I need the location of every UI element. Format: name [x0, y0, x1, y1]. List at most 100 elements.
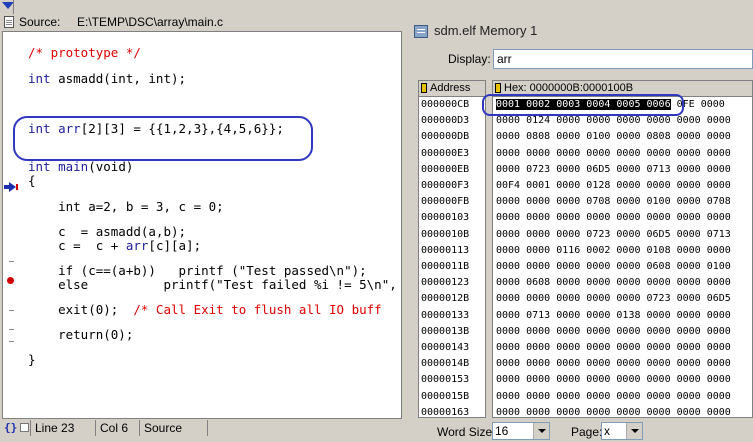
code-comment: /* prototype */	[28, 45, 141, 60]
hex-column[interactable]: Hex: 0000000B:0000100B 0001 0002 0003 00…	[492, 80, 753, 418]
address-cell[interactable]: 00000143	[421, 342, 469, 354]
memory-window-icon	[414, 25, 428, 38]
address-cell[interactable]: 0000013B	[421, 326, 469, 338]
code-line[interactable]: int asmadd(int, int);	[28, 72, 186, 86]
editor-gutter[interactable]	[3, 32, 23, 418]
status-mode[interactable]: Source	[139, 420, 204, 436]
code-text: int a=2, b = 3, c = 0;	[28, 199, 224, 214]
hex-row[interactable]: 0000 0713 0000 0000 0138 0000 0000 0000	[496, 310, 731, 322]
breakpoint-icon[interactable]	[7, 277, 14, 284]
address-cell[interactable]: 00000163	[421, 407, 469, 417]
hex-row[interactable]: 0000 0000 0000 0000 0000 0000 0000 0000	[496, 358, 731, 370]
source-window: Source: E:\TEMP\DSC\array\main.c /* prot…	[0, 14, 405, 442]
code-editor[interactable]: /* prototype */int asmadd(int, int); int …	[2, 31, 402, 419]
hex-row[interactable]: 0000 0000 0000 0000 0000 0723 0000 06D5	[496, 293, 731, 305]
source-status-bar: {} Line 23 Col 6 Source	[2, 420, 402, 436]
code-line[interactable]: else printf("Test failed %i != 5\n",	[28, 278, 397, 292]
address-cell[interactable]: 000000F3	[421, 180, 469, 192]
page-value: x	[604, 424, 610, 438]
code-line[interactable]: {	[28, 174, 36, 188]
page-select[interactable]: x	[601, 422, 643, 440]
display-input[interactable]	[493, 49, 753, 69]
code-line[interactable]: c = c + arr[c][a];	[28, 239, 201, 253]
code-text: else printf("Test failed %i != 5\n",	[28, 277, 397, 292]
gutter-line-marker	[9, 329, 14, 330]
address-cell[interactable]: 00000133	[421, 310, 469, 322]
gutter-line-marker	[9, 261, 14, 262]
status-column: Col 6	[95, 420, 140, 436]
code-keyword: int	[28, 71, 51, 86]
address-cell[interactable]: 0000012B	[421, 293, 469, 305]
code-line[interactable]: /* prototype */	[28, 46, 141, 60]
address-cell[interactable]: 000000DB	[421, 131, 469, 143]
address-cell[interactable]: 0000014B	[421, 358, 469, 370]
hex-row[interactable]: 0000 0000 0000 0000 0000 0000 0000 0000	[496, 326, 731, 338]
hex-row[interactable]: 0000 0000 0000 0000 0000 0000 0000 0000	[496, 374, 731, 386]
source-title-bar: Source: E:\TEMP\DSC\array\main.c	[2, 14, 402, 30]
hex-row[interactable]: 0000 0124 0000 0000 0000 0000 0000 0000	[496, 115, 731, 127]
memory-window: sdm.elf Memory 1 Display: Address 000000…	[404, 14, 753, 442]
program-counter-arrow-icon	[4, 182, 18, 192]
chevron-down-icon[interactable]	[626, 423, 642, 439]
address-cell[interactable]: 0000011B	[421, 261, 469, 273]
hex-row[interactable]: 0000 0000 0000 0000 0000 0000 0000 0000	[496, 391, 731, 403]
address-cell[interactable]: 00000153	[421, 374, 469, 386]
code-text: return(0);	[28, 327, 134, 342]
address-column-header[interactable]: Address	[419, 81, 485, 97]
toolbar-divider	[13, 0, 14, 14]
selected-array-highlight	[482, 94, 684, 116]
status-divider	[207, 420, 212, 436]
hex-row[interactable]: 0000 0808 0000 0100 0000 0808 0000 0000	[496, 131, 731, 143]
braces-icon[interactable]: {}	[4, 421, 18, 435]
code-text: c = asmadd(a,b);	[28, 224, 187, 239]
source-file-path: E:\TEMP\DSC\array\main.c	[77, 15, 224, 29]
code-keyword: main	[58, 159, 89, 174]
code-line[interactable]: }	[28, 353, 36, 367]
code-line[interactable]: int a=2, b = 3, c = 0;	[28, 200, 224, 214]
address-cell[interactable]: 00000113	[421, 245, 469, 257]
address-cell[interactable]: 000000EB	[421, 164, 469, 176]
hex-row[interactable]: 0000 0000 0116 0002 0000 0108 0000 0000	[496, 245, 731, 257]
hex-row[interactable]: 0000 0000 0000 0000 0000 0608 0000 0100	[496, 261, 731, 273]
memory-title-bar: sdm.elf Memory 1	[406, 16, 751, 44]
column-marker-icon	[495, 83, 501, 93]
hex-row[interactable]: 0000 0723 0000 06D5 0000 0713 0000 0000	[496, 164, 731, 176]
code-line[interactable]: exit(0); /* Call Exit to flush all IO bu…	[28, 303, 382, 317]
array-declaration-highlight	[13, 116, 313, 161]
address-cell[interactable]: 000000FB	[421, 196, 469, 208]
status-line: Line 23	[30, 420, 95, 436]
address-cell[interactable]: 0000015B	[421, 391, 469, 403]
display-label: Display:	[448, 52, 491, 66]
source-label: Source:	[19, 15, 61, 29]
code-line[interactable]: if (c==(a+b)) printf ("Test passed\n");	[28, 264, 367, 278]
code-text: (void)	[88, 159, 134, 174]
code-comment: /* Call Exit to flush all IO buff	[133, 302, 382, 317]
chevron-down-icon[interactable]	[533, 423, 549, 439]
hex-row[interactable]: 0000 0000 0000 0000 0000 0000 0000 0000	[496, 407, 731, 417]
address-column[interactable]: Address 000000CB 000000D3 000000DB 000000E3…	[418, 80, 486, 418]
memory-options-bar: Word Size: 16 Page: x	[404, 420, 753, 442]
address-cell[interactable]: 000000D3	[421, 115, 469, 127]
code-line[interactable]: return(0);	[28, 328, 133, 342]
hex-row[interactable]: 0000 0000 0000 0000 0000 0000 0000 0000	[496, 148, 731, 160]
view-toggle-icon[interactable]	[20, 423, 29, 432]
hex-row[interactable]: 0000 0000 0000 0708 0000 0100 0000 0708	[496, 196, 731, 208]
address-cell[interactable]: 0000010B	[421, 229, 469, 241]
code-line[interactable]: int main(void)	[28, 160, 133, 174]
hex-row[interactable]: 0000 0000 0000 0000 0000 0000 0000 0000	[496, 212, 731, 224]
address-cell[interactable]: 00000103	[421, 212, 469, 224]
word-size-label: Word Size:	[437, 425, 496, 439]
hex-row[interactable]: 0000 0000 0000 0000 0000 0000 0000 0000	[496, 342, 731, 354]
hex-row[interactable]: 0000 0000 0000 0723 0000 06D5 0000 0713	[496, 229, 731, 241]
code-text: asmadd(int, int);	[50, 71, 187, 86]
address-cell[interactable]: 000000E3	[421, 148, 469, 160]
address-cell[interactable]: 000000CB	[421, 99, 469, 111]
code-text: exit(0);	[28, 302, 134, 317]
address-cell[interactable]: 00000123	[421, 277, 469, 289]
gutter-line-marker	[9, 341, 14, 342]
word-size-select[interactable]: 16	[492, 422, 550, 440]
hex-row[interactable]: 00F4 0001 0000 0128 0000 0000 0000 0000	[496, 180, 731, 192]
hex-row[interactable]: 0000 0608 0000 0000 0000 0000 0000 0000	[496, 277, 731, 289]
code-line[interactable]: c = asmadd(a,b);	[28, 225, 186, 239]
code-text: {	[28, 173, 36, 188]
